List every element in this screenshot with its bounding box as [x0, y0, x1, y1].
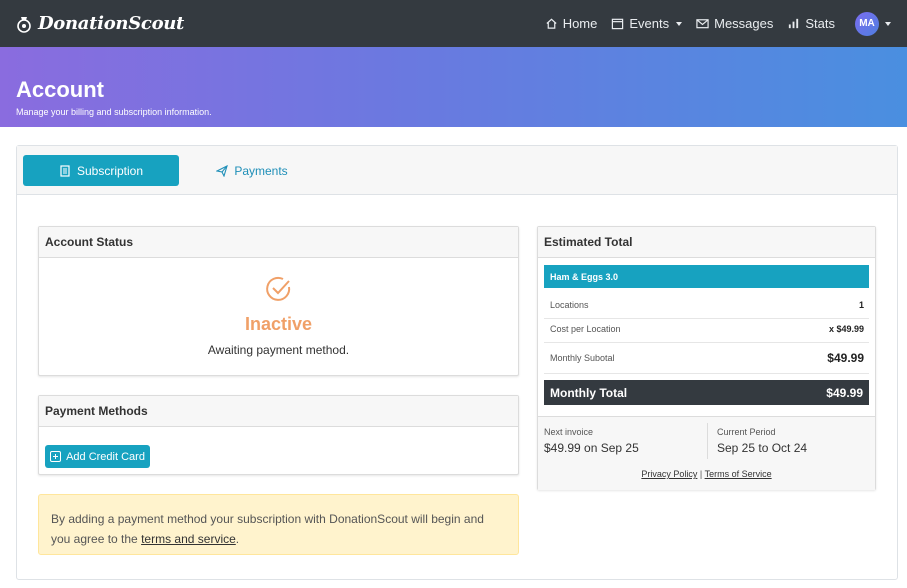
monthly-total-bar: Monthly Total $49.99 [544, 380, 869, 405]
send-icon [216, 164, 229, 177]
current-period-label: Current Period [717, 427, 776, 437]
row-cost-per-location: Cost per Location x $49.99 [550, 322, 864, 336]
page-subtitle: Manage your billing and subscription inf… [16, 107, 212, 117]
next-invoice-value: $49.99 on Sep 25 [544, 441, 639, 455]
next-invoice: Next invoice $49.99 on Sep 25 [544, 427, 639, 455]
nav-messages[interactable]: Messages [696, 16, 773, 31]
donation-jar-icon [17, 16, 31, 33]
footer-links: Privacy Policy | Terms of Service [538, 469, 875, 479]
current-period: Current Period Sep 25 to Oct 24 [717, 427, 807, 455]
row-label: Monthly Subotal [550, 353, 615, 363]
plus-square-icon [50, 451, 62, 462]
tab-subscription-label: Subscription [76, 163, 144, 178]
row-value: $49.99 [827, 351, 864, 365]
next-invoice-label: Next invoice [544, 427, 594, 437]
navbar: DonationScout Home Events Messages Stats… [0, 0, 907, 47]
alert-suffix: . [235, 532, 240, 546]
account-card: Subscription Payments Account Status Ina… [16, 145, 898, 580]
nav-events-label: Events [629, 16, 670, 31]
avatar[interactable]: MA [855, 11, 879, 36]
user-menu[interactable]: MA [855, 11, 891, 36]
brand-name: DonationScout [38, 13, 185, 34]
payment-methods-heading: Payment Methods [39, 396, 518, 427]
account-status-panel: Account Status Inactive Awaiting payment… [38, 226, 519, 376]
row-label: Locations [550, 300, 589, 310]
nav-links: Home Events Messages Stats MA [545, 11, 891, 36]
page-title: Account [16, 77, 104, 102]
check-circle-icon [265, 276, 290, 301]
tab-subscription[interactable]: Subscription [23, 155, 179, 186]
tab-payments[interactable]: Payments [212, 155, 292, 186]
row-monthly-subtotal: Monthly Subotal $49.99 [550, 350, 864, 366]
bar-chart-icon [789, 18, 799, 29]
page-header: Account Manage your billing and subscrip… [0, 47, 907, 127]
link-separator: | [699, 469, 703, 479]
estimated-total-panel: Estimated Total Ham & Eggs 3.0 Locations… [537, 226, 876, 490]
brand[interactable]: DonationScout [16, 13, 184, 34]
terms-of-service-link[interactable]: Terms of Service [705, 469, 772, 479]
calendar-icon [612, 18, 624, 30]
chevron-down-icon [885, 21, 891, 26]
estimate-footer: Next invoice $49.99 on Sep 25 Current Pe… [538, 416, 875, 490]
receipt-icon [60, 164, 70, 177]
nav-messages-label: Messages [714, 16, 774, 31]
chevron-down-icon [676, 21, 683, 26]
nav-home[interactable]: Home [545, 16, 598, 31]
payment-methods-panel: Payment Methods Add Credit Card [38, 395, 519, 475]
estimated-total-heading: Estimated Total [538, 227, 875, 258]
nav-stats-label: Stats [805, 16, 835, 31]
monthly-total-value: $49.99 [826, 385, 863, 400]
plan-name: Ham & Eggs 3.0 [544, 265, 869, 288]
tab-payments-label: Payments [234, 163, 288, 178]
alert-text: By adding a payment method your subscrip… [51, 512, 484, 546]
envelope-icon [696, 19, 709, 29]
add-credit-card-button[interactable]: Add Credit Card [45, 445, 150, 468]
nav-events[interactable]: Events [611, 16, 683, 31]
status-value: Inactive [244, 314, 313, 334]
add-credit-card-label: Add Credit Card [66, 450, 145, 463]
row-divider [544, 318, 869, 319]
row-divider [544, 373, 869, 374]
row-divider [544, 342, 869, 343]
row-label: Cost per Location [550, 324, 621, 334]
row-locations: Locations 1 [550, 298, 864, 312]
terms-alert: By adding a payment method your subscrip… [38, 494, 519, 555]
account-status-heading: Account Status [39, 227, 518, 258]
terms-link[interactable]: terms and service [141, 532, 236, 546]
nav-home-label: Home [562, 16, 598, 31]
tabs-bar: Subscription Payments [17, 146, 897, 195]
row-value: 1 [858, 300, 864, 310]
row-value: x $49.99 [828, 324, 864, 334]
home-icon [546, 18, 557, 29]
status-message: Awaiting payment method. [207, 343, 350, 357]
privacy-policy-link[interactable]: Privacy Policy [641, 469, 697, 479]
monthly-total-label: Monthly Total [550, 385, 628, 400]
nav-stats[interactable]: Stats [787, 16, 835, 31]
current-period-value: Sep 25 to Oct 24 [717, 441, 808, 455]
footer-divider [707, 423, 708, 459]
